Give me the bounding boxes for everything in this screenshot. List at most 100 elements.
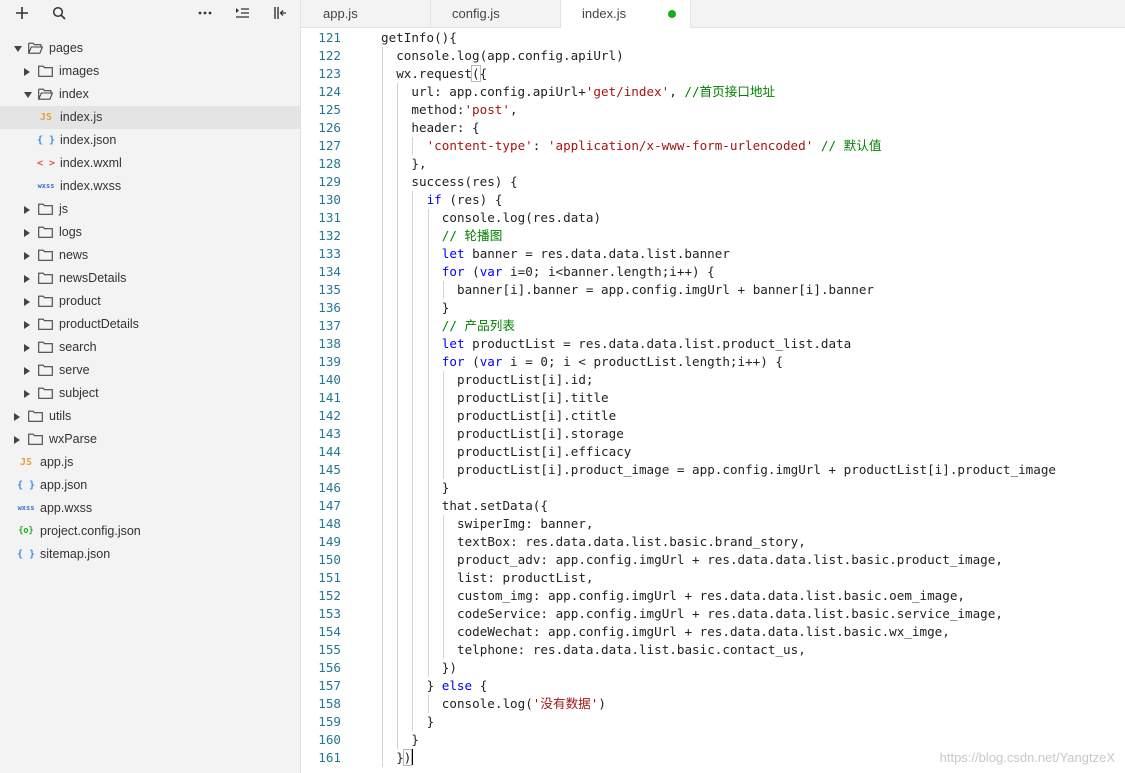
code-line[interactable]: } else { <box>427 677 488 695</box>
tree-item-project-config-json[interactable]: {o} project.config.json <box>0 520 300 543</box>
chevron-right-icon[interactable] <box>24 344 30 352</box>
tree-item-news[interactable]: news <box>0 244 300 267</box>
tree-item-index[interactable]: index <box>0 83 300 106</box>
tree-item-index-wxss[interactable]: wxss index.wxss <box>0 175 300 198</box>
code-line[interactable]: banner[i].banner = app.config.imgUrl + b… <box>457 281 874 299</box>
code-line[interactable]: } <box>442 479 450 497</box>
tree-item-subject[interactable]: subject <box>0 382 300 405</box>
code-line[interactable]: let banner = res.data.data.list.banner <box>442 245 730 263</box>
tree-item-productdetails[interactable]: productDetails <box>0 313 300 336</box>
search-icon[interactable] <box>49 3 69 23</box>
code-line[interactable]: productList[i].product_image = app.confi… <box>457 461 1056 479</box>
code-line[interactable]: productList[i].storage <box>457 425 624 443</box>
tree-item-wxparse[interactable]: wxParse <box>0 428 300 451</box>
code-line[interactable]: list: productList, <box>457 569 593 587</box>
code-line[interactable]: // 产品列表 <box>442 317 515 335</box>
tree-item-label: js <box>59 202 69 216</box>
tree-item-images[interactable]: images <box>0 60 300 83</box>
code-line[interactable]: swiperImg: banner, <box>457 515 593 533</box>
code-area[interactable]: getInfo(){console.log(app.config.apiUrl)… <box>381 28 1125 773</box>
code-line[interactable]: console.log(app.config.apiUrl) <box>396 47 623 65</box>
code-line[interactable]: if (res) { <box>427 191 503 209</box>
code-line[interactable]: console.log('没有数据') <box>442 695 606 713</box>
code-line[interactable]: custom_img: app.config.imgUrl + res.data… <box>457 587 965 605</box>
line-number: 139 <box>318 354 341 369</box>
tree-item-app-wxss[interactable]: wxss app.wxss <box>0 497 300 520</box>
chevron-right-icon[interactable] <box>24 367 30 375</box>
chevron-right-icon[interactable] <box>24 390 30 398</box>
chevron-right-icon[interactable] <box>24 321 30 329</box>
code-line[interactable]: codeService: app.config.imgUrl + res.dat… <box>457 605 1003 623</box>
code-line[interactable]: productList[i].efficacy <box>457 443 631 461</box>
code-line[interactable]: header: { <box>411 119 479 137</box>
code-line[interactable]: }, <box>411 155 426 173</box>
chevron-right-icon[interactable] <box>24 252 30 260</box>
tab-app-js[interactable]: app.js <box>301 0 431 28</box>
code-line[interactable]: }) <box>396 749 414 767</box>
code-line[interactable]: }) <box>442 659 457 677</box>
chevron-down-icon[interactable] <box>24 92 32 98</box>
tree-item-search[interactable]: search <box>0 336 300 359</box>
tree-item-product[interactable]: product <box>0 290 300 313</box>
chevron-right-icon[interactable] <box>24 229 30 237</box>
code-line[interactable]: // 轮播图 <box>442 227 503 245</box>
code-editor[interactable]: 121 122 123 124 125 126 127 128 129 130 131 132 133 1… <box>301 28 1125 773</box>
code-token: let <box>441 336 465 351</box>
tree-item-label: logs <box>59 225 82 239</box>
outdent-icon[interactable] <box>232 3 252 23</box>
code-line[interactable]: textBox: res.data.data.list.basic.brand_… <box>457 533 806 551</box>
tree-item-js[interactable]: js <box>0 198 300 221</box>
plus-icon[interactable] <box>12 3 32 23</box>
chevron-right-icon[interactable] <box>24 298 30 306</box>
tree-item-sitemap-json[interactable]: { } sitemap.json <box>0 543 300 566</box>
chevron-down-icon[interactable] <box>14 46 22 52</box>
code-token: header: { <box>411 120 480 135</box>
more-icon[interactable] <box>195 3 215 23</box>
code-line[interactable]: console.log(res.data) <box>442 209 601 227</box>
code-line[interactable]: wx.request({ <box>396 65 487 83</box>
code-line[interactable]: productList[i].id; <box>457 371 593 389</box>
code-line[interactable]: codeWechat: app.config.imgUrl + res.data… <box>457 623 950 641</box>
tree-item-index-js[interactable]: JS index.js <box>0 106 300 129</box>
code-token: for <box>441 264 465 279</box>
code-line[interactable]: product_adv: app.config.imgUrl + res.dat… <box>457 551 1003 569</box>
tree-item-logs[interactable]: logs <box>0 221 300 244</box>
tree-item-index-json[interactable]: { } index.json <box>0 129 300 152</box>
code-line[interactable]: for (var i=0; i<banner.length;i++) { <box>442 263 715 281</box>
tree-item-utils[interactable]: utils <box>0 405 300 428</box>
code-line[interactable]: let productList = res.data.data.list.pro… <box>442 335 851 353</box>
tree-item-newsdetails[interactable]: newsDetails <box>0 267 300 290</box>
line-number: 142 <box>318 408 341 423</box>
code-line[interactable]: success(res) { <box>411 173 517 191</box>
tab-index-js[interactable]: index.js <box>561 0 691 28</box>
tree-item-pages[interactable]: pages <box>0 37 300 60</box>
chevron-right-icon[interactable] <box>24 206 30 214</box>
tree-item-index-wxml[interactable]: < > index.wxml <box>0 152 300 175</box>
chevron-right-icon[interactable] <box>24 275 30 283</box>
code-token: var <box>479 264 503 279</box>
code-token: , <box>669 84 685 99</box>
line-number: 125 <box>318 102 341 117</box>
code-line[interactable]: } <box>442 299 450 317</box>
code-line[interactable]: url: app.config.apiUrl+'get/index', //首页… <box>411 83 775 101</box>
chevron-right-icon[interactable] <box>14 436 20 444</box>
code-line[interactable]: } <box>427 713 435 731</box>
collapse-panel-icon[interactable] <box>270 3 290 23</box>
indent-guide <box>382 47 383 767</box>
code-line[interactable]: 'content-type': 'application/x-www-form-… <box>427 137 882 155</box>
chevron-right-icon[interactable] <box>24 68 30 76</box>
code-token: } <box>426 714 435 729</box>
tab-config-js[interactable]: config.js <box>431 0 561 28</box>
tree-item-app-json[interactable]: { } app.json <box>0 474 300 497</box>
code-line[interactable]: for (var i = 0; i < productList.length;i… <box>442 353 783 371</box>
tree-item-serve[interactable]: serve <box>0 359 300 382</box>
tree-item-app-js[interactable]: JS app.js <box>0 451 300 474</box>
code-line[interactable]: telphone: res.data.data.list.basic.conta… <box>457 641 806 659</box>
code-line[interactable]: productList[i].ctitle <box>457 407 616 425</box>
code-line[interactable]: getInfo(){ <box>381 29 457 47</box>
code-line[interactable]: productList[i].title <box>457 389 609 407</box>
chevron-right-icon[interactable] <box>14 413 20 421</box>
code-line[interactable]: that.setData({ <box>442 497 548 515</box>
code-line[interactable]: method:'post', <box>411 101 517 119</box>
code-line[interactable]: } <box>411 731 419 749</box>
